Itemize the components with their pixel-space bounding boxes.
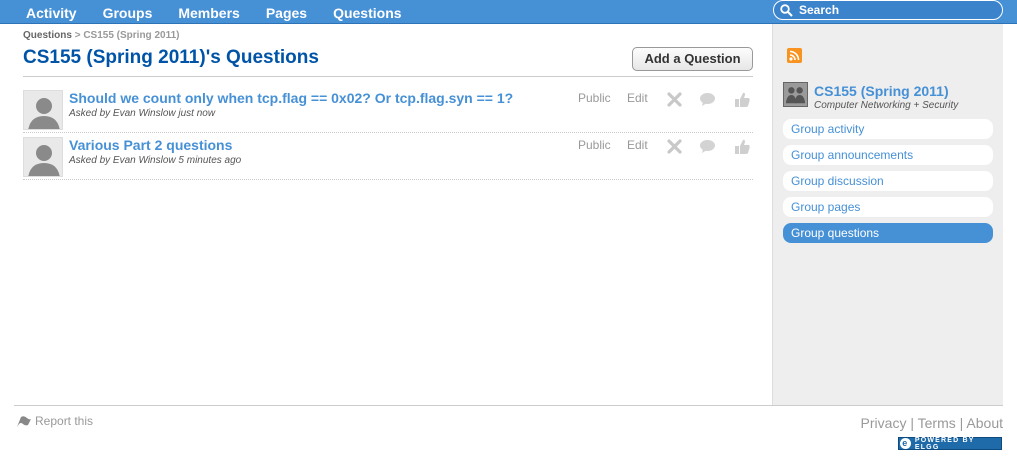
edit-link[interactable]: Edit [627,138,648,152]
question-item: Various Part 2 questions Asked by Evan W… [23,133,753,180]
nav-pages[interactable]: Pages [253,0,320,24]
access-label: Public [578,138,611,152]
sidebar-item-group-questions[interactable]: Group questions [783,223,993,243]
breadcrumb: Questions > CS155 (Spring 2011) [23,30,179,41]
sidebar-item-group-announcements[interactable]: Group announcements [783,145,993,165]
report-label: Report this [35,414,94,428]
top-nav: Activity Groups Members Pages Questions [13,0,415,24]
sidebar-item-group-discussion[interactable]: Group discussion [783,171,993,191]
elgg-logo-icon: e [900,438,911,449]
edit-link[interactable]: Edit [627,91,648,105]
top-bar: Activity Groups Members Pages Questions [0,0,1017,24]
question-title[interactable]: Various Part 2 questions [69,137,232,153]
nav-groups[interactable]: Groups [90,0,166,24]
thumbs-up-icon[interactable] [734,138,751,155]
rss-icon[interactable] [787,48,802,63]
search-icon [780,3,793,17]
sidebar-item-group-pages[interactable]: Group pages [783,197,993,217]
privacy-link[interactable]: Privacy [861,415,907,431]
footer-separator: | [959,415,964,431]
question-item: Should we count only when tcp.flag == 0x… [23,86,753,133]
main-content: Questions > CS155 (Spring 2011) CS155 (S… [14,24,772,404]
breadcrumb-separator: > [74,30,81,41]
question-list: Should we count only when tcp.flag == 0x… [23,86,753,180]
report-link[interactable]: Report this [16,414,93,428]
flag-icon [17,416,31,427]
group-menu: Group activity Group announcements Group… [783,119,993,249]
powered-by-elgg-badge[interactable]: e POWERED BY ELGG [898,436,1002,451]
footer-separator: | [910,415,914,431]
footer-links: Privacy | Terms | About [861,415,1003,431]
sidebar: CS155 (Spring 2011) Computer Networking … [772,24,1003,405]
access-label: Public [578,91,611,105]
nav-questions[interactable]: Questions [320,0,414,24]
question-meta: Asked by Evan Winslow just now [69,108,216,119]
user-silhouette-icon [24,138,62,176]
question-meta: Asked by Evan Winslow 5 minutes ago [69,155,242,166]
search-box[interactable] [773,0,1003,20]
delete-icon[interactable] [666,91,683,108]
powered-label: POWERED BY ELGG [914,436,975,451]
footer-divider [14,405,1003,406]
terms-link[interactable]: Terms [918,415,956,431]
search-input[interactable] [799,3,989,17]
question-title[interactable]: Should we count only when tcp.flag == 0x… [69,90,513,106]
nav-activity[interactable]: Activity [13,0,90,24]
group-avatar-icon[interactable] [783,82,808,107]
group-name[interactable]: CS155 (Spring 2011) [814,83,949,99]
group-description: Computer Networking + Security [814,100,959,111]
nav-members[interactable]: Members [165,0,252,24]
add-question-button[interactable]: Add a Question [632,47,753,71]
title-divider [23,76,753,77]
page-title: CS155 (Spring 2011)'s Questions [23,47,319,68]
breadcrumb-current: CS155 (Spring 2011) [83,30,180,41]
user-silhouette-icon [24,91,62,129]
about-link[interactable]: About [966,415,1003,431]
delete-icon[interactable] [666,138,683,155]
comment-icon[interactable] [699,91,716,108]
sidebar-item-group-activity[interactable]: Group activity [783,119,993,139]
breadcrumb-questions[interactable]: Questions [23,30,72,41]
thumbs-up-icon[interactable] [734,91,751,108]
avatar[interactable] [23,137,63,177]
avatar[interactable] [23,90,63,130]
comment-icon[interactable] [699,138,716,155]
